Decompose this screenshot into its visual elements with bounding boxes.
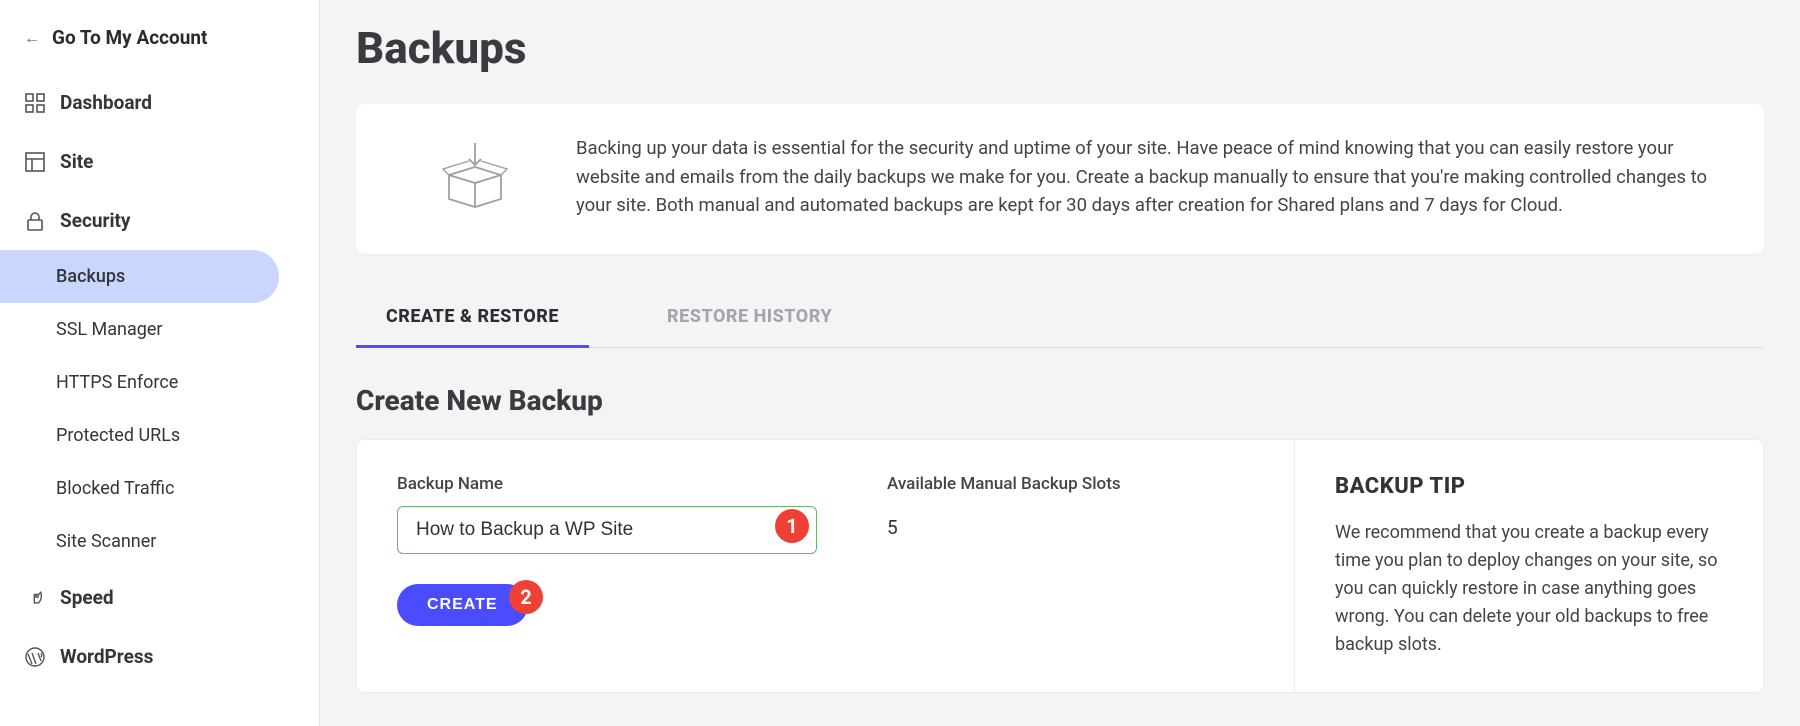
section-title: Create New Backup <box>356 384 1764 417</box>
sidebar-item-label: Dashboard <box>60 91 152 114</box>
main-content: Backups Backing up your data is essentia… <box>320 0 1800 726</box>
sidebar-sub-label: Site Scanner <box>56 531 156 552</box>
sidebar-sub-label: SSL Manager <box>56 319 163 340</box>
slots-label: Available Manual Backup Slots <box>887 474 1121 494</box>
sidebar-sub-ssl-manager[interactable]: SSL Manager <box>0 303 319 356</box>
tabs: Create & Restore Restore History <box>356 288 1764 348</box>
tab-create-restore[interactable]: Create & Restore <box>356 288 589 348</box>
lock-icon <box>24 210 46 232</box>
rocket-icon <box>24 587 46 609</box>
backup-name-label: Backup Name <box>397 474 817 494</box>
sidebar-sub-blocked-traffic[interactable]: Blocked Traffic <box>0 462 319 515</box>
sidebar-item-label: Speed <box>60 586 114 609</box>
layout-icon <box>24 151 46 173</box>
panel-left: Backup Name 1 Available Manual Backup Sl… <box>356 439 1294 693</box>
sidebar-sub-label: Backups <box>56 266 125 287</box>
sidebar-item-label: Security <box>60 209 130 232</box>
tip-title: BACKUP TIP <box>1335 474 1723 499</box>
sidebar-sub-site-scanner[interactable]: Site Scanner <box>0 515 319 568</box>
create-backup-panel: Backup Name 1 Available Manual Backup Sl… <box>356 439 1764 693</box>
page-title: Backups <box>356 0 1764 104</box>
grid-icon <box>24 92 46 114</box>
sidebar-item-dashboard[interactable]: Dashboard <box>0 73 319 132</box>
sidebar: ← Go To My Account Dashboard Site Securi… <box>0 0 320 726</box>
sidebar-item-security[interactable]: Security <box>0 191 319 250</box>
info-description: Backing up your data is essential for th… <box>576 134 1730 220</box>
create-button[interactable]: CREATE <box>397 584 528 626</box>
tip-text: We recommend that you create a backup ev… <box>1335 519 1723 658</box>
slots-value: 5 <box>887 506 1121 539</box>
sidebar-item-label: WordPress <box>60 645 153 668</box>
tab-restore-history[interactable]: Restore History <box>637 288 862 348</box>
sidebar-sub-label: Protected URLs <box>56 425 180 446</box>
go-back-label: Go To My Account <box>52 26 207 49</box>
sidebar-sub-backups[interactable]: Backups <box>0 250 279 303</box>
box-down-icon <box>430 134 520 224</box>
arrow-left-icon: ← <box>24 28 40 48</box>
sidebar-item-speed[interactable]: Speed <box>0 568 319 627</box>
sidebar-sub-label: Blocked Traffic <box>56 478 174 499</box>
info-card: Backing up your data is essential for th… <box>356 104 1764 254</box>
sidebar-item-wordpress[interactable]: WordPress <box>0 627 319 686</box>
panel-tip: BACKUP TIP We recommend that you create … <box>1294 439 1764 693</box>
annotation-1: 1 <box>775 509 809 543</box>
sidebar-item-site[interactable]: Site <box>0 132 319 191</box>
annotation-2: 2 <box>509 580 543 614</box>
sidebar-sub-https-enforce[interactable]: HTTPS Enforce <box>0 356 319 409</box>
go-to-my-account-link[interactable]: ← Go To My Account <box>0 16 319 73</box>
backup-name-input[interactable] <box>397 506 817 554</box>
sidebar-sub-label: HTTPS Enforce <box>56 372 178 393</box>
sidebar-sub-protected-urls[interactable]: Protected URLs <box>0 409 319 462</box>
sidebar-item-label: Site <box>60 150 93 173</box>
wordpress-icon <box>24 646 46 668</box>
